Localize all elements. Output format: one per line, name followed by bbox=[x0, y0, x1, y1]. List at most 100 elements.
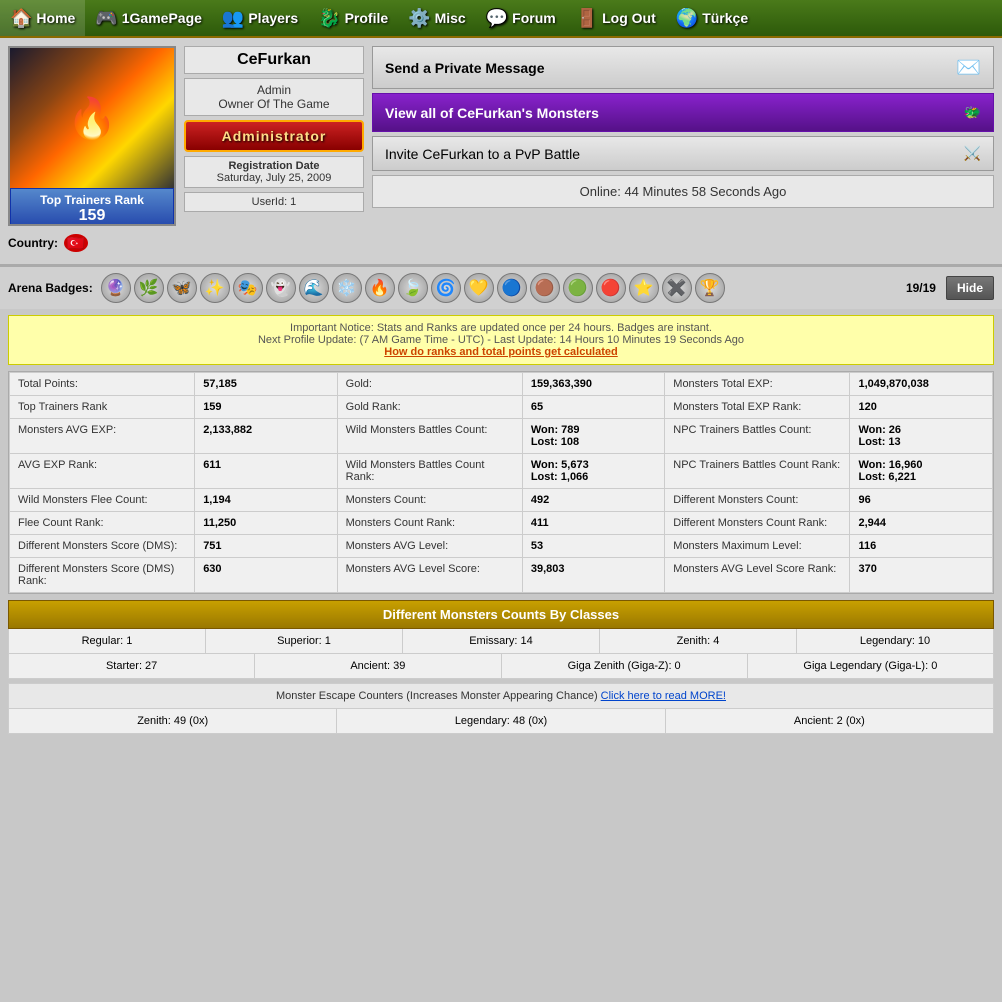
stat-label: AVG EXP Rank: bbox=[10, 454, 195, 489]
stat-label: Wild Monsters Battles Count: bbox=[337, 419, 522, 454]
language-icon: 🌍 bbox=[676, 8, 698, 29]
pvp-button[interactable]: Invite CeFurkan to a PvP Battle ⚔️ bbox=[372, 136, 994, 171]
send-pm-button[interactable]: Send a Private Message ✉️ bbox=[372, 46, 994, 89]
stat-label: Flee Count Rank: bbox=[10, 512, 195, 535]
nav-home[interactable]: 🏠 Home bbox=[0, 0, 85, 36]
arena-badge-16[interactable]: ⭐ bbox=[629, 273, 659, 303]
profile-icon: 🐉 bbox=[318, 8, 340, 29]
home-icon: 🏠 bbox=[10, 8, 32, 29]
arena-badge-6[interactable]: 🌊 bbox=[299, 273, 329, 303]
stat-label: Gold Rank: bbox=[337, 396, 522, 419]
stat-value: 2,133,882 bbox=[195, 419, 337, 454]
stat-value: 39,803 bbox=[522, 558, 664, 593]
arena-badge-2[interactable]: 🦋 bbox=[167, 273, 197, 303]
arena-badge-4[interactable]: 🎭 bbox=[233, 273, 263, 303]
admin-badge: Administrator bbox=[184, 120, 364, 152]
players-icon: 👥 bbox=[222, 8, 244, 29]
arena-label: Arena Badges: bbox=[8, 281, 93, 295]
stat-value: 1,049,870,038 bbox=[850, 373, 993, 396]
escape-cell: Ancient: 2 (0x) bbox=[666, 709, 993, 733]
view-monsters-button[interactable]: View all of CeFurkan's Monsters 🐲 bbox=[372, 93, 994, 132]
arena-badge-10[interactable]: 🌀 bbox=[431, 273, 461, 303]
stat-value: 159,363,390 bbox=[522, 373, 664, 396]
hide-badges-button[interactable]: Hide bbox=[946, 276, 994, 300]
arena-badge-11[interactable]: 💛 bbox=[464, 273, 494, 303]
center-panel: CeFurkan Admin Owner Of The Game Adminis… bbox=[184, 46, 364, 212]
stat-label: Monsters Count Rank: bbox=[337, 512, 522, 535]
arena-badge-14[interactable]: 🟢 bbox=[563, 273, 593, 303]
classes-row-1: Regular: 1Superior: 1Emissary: 14Zenith:… bbox=[8, 629, 994, 654]
escape-row: Zenith: 49 (0x)Legendary: 48 (0x)Ancient… bbox=[8, 709, 994, 734]
arena-badge-18[interactable]: 🏆 bbox=[695, 273, 725, 303]
stat-label: Monsters Total EXP Rank: bbox=[665, 396, 850, 419]
escape-cell: Legendary: 48 (0x) bbox=[337, 709, 665, 733]
stat-label: Top Trainers Rank bbox=[10, 396, 195, 419]
online-status: Online: 44 Minutes 58 Seconds Ago bbox=[372, 175, 994, 208]
logout-icon: 🚪 bbox=[576, 8, 598, 29]
stat-label: NPC Trainers Battles Count Rank: bbox=[665, 454, 850, 489]
role-box: Admin Owner Of The Game bbox=[184, 78, 364, 116]
class-cell: Ancient: 39 bbox=[255, 654, 501, 678]
stat-value: 411 bbox=[522, 512, 664, 535]
rank-calculation-link[interactable]: How do ranks and total points get calcul… bbox=[384, 346, 617, 358]
envelope-icon: ✉️ bbox=[956, 55, 981, 80]
stat-value: 65 bbox=[522, 396, 664, 419]
stat-value: 57,185 bbox=[195, 373, 337, 396]
stats-table: Total Points: 57,185 Gold: 159,363,390 M… bbox=[9, 372, 993, 593]
arena-badge-8[interactable]: 🔥 bbox=[365, 273, 395, 303]
nav-language[interactable]: 🌍 Türkçe bbox=[666, 0, 758, 36]
stat-value: 370 bbox=[850, 558, 993, 593]
registration-date: Registration Date Saturday, July 25, 200… bbox=[184, 156, 364, 188]
stat-value: 159 bbox=[195, 396, 337, 419]
forum-icon: 💬 bbox=[486, 8, 508, 29]
nav-logout[interactable]: 🚪 Log Out bbox=[566, 0, 666, 36]
userid-display: UserId: 1 bbox=[184, 192, 364, 212]
escape-header: Monster Escape Counters (Increases Monst… bbox=[8, 683, 994, 709]
stats-row: Different Monsters Score (DMS) Rank: 630… bbox=[10, 558, 993, 593]
arena-badge-5[interactable]: 👻 bbox=[266, 273, 296, 303]
nav-players[interactable]: 👥 Players bbox=[212, 0, 308, 36]
username-display: CeFurkan bbox=[184, 46, 364, 74]
arena-badge-13[interactable]: 🟤 bbox=[530, 273, 560, 303]
escape-read-more-link[interactable]: Click here to read MORE! bbox=[601, 690, 726, 702]
stat-label: Monsters AVG Level Score Rank: bbox=[665, 558, 850, 593]
rank-badge: Top Trainers Rank 159 bbox=[10, 188, 174, 226]
stat-label: Different Monsters Score (DMS) Rank: bbox=[10, 558, 195, 593]
arena-badge-3[interactable]: ✨ bbox=[200, 273, 230, 303]
stat-value: 96 bbox=[850, 489, 993, 512]
avatar-box: 🔥 Top Trainers Rank 159 bbox=[8, 46, 176, 226]
stats-row: Total Points: 57,185 Gold: 159,363,390 M… bbox=[10, 373, 993, 396]
stat-label: Monsters AVG Level: bbox=[337, 535, 522, 558]
arena-badge-15[interactable]: 🔴 bbox=[596, 273, 626, 303]
nav-gamepage[interactable]: 🎮 1GamePage bbox=[85, 0, 212, 36]
stat-value: 630 bbox=[195, 558, 337, 593]
arena-badge-9[interactable]: 🍃 bbox=[398, 273, 428, 303]
class-cell: Giga Zenith (Giga-Z): 0 bbox=[502, 654, 748, 678]
class-cell: Zenith: 4 bbox=[600, 629, 797, 653]
stats-row: Top Trainers Rank 159 Gold Rank: 65 Mons… bbox=[10, 396, 993, 419]
stat-label: Monsters AVG EXP: bbox=[10, 419, 195, 454]
stats-row: Wild Monsters Flee Count: 1,194 Monsters… bbox=[10, 489, 993, 512]
stat-value: 1,194 bbox=[195, 489, 337, 512]
nav-profile[interactable]: 🐉 Profile bbox=[308, 0, 398, 36]
arena-badge-12[interactable]: 🔵 bbox=[497, 273, 527, 303]
classes-row-2: Starter: 27Ancient: 39Giga Zenith (Giga-… bbox=[8, 654, 994, 679]
stat-label: Total Points: bbox=[10, 373, 195, 396]
arena-badge-1[interactable]: 🌿 bbox=[134, 273, 164, 303]
class-cell: Starter: 27 bbox=[9, 654, 255, 678]
stat-value: 492 bbox=[522, 489, 664, 512]
stat-label: Different Monsters Score (DMS): bbox=[10, 535, 195, 558]
stat-label: Monsters Count: bbox=[337, 489, 522, 512]
badges-container: 🔮🌿🦋✨🎭👻🌊❄️🔥🍃🌀💛🔵🟤🟢🔴⭐✖️🏆 bbox=[101, 273, 725, 303]
stat-value: Won: 5,673 Lost: 1,066 bbox=[522, 454, 664, 489]
stats-row: Monsters AVG EXP: 2,133,882 Wild Monster… bbox=[10, 419, 993, 454]
stat-label: Wild Monsters Flee Count: bbox=[10, 489, 195, 512]
nav-misc[interactable]: ⚙️ Misc bbox=[398, 0, 476, 36]
arena-badge-0[interactable]: 🔮 bbox=[101, 273, 131, 303]
arena-badge-17[interactable]: ✖️ bbox=[662, 273, 692, 303]
nav-forum[interactable]: 💬 Forum bbox=[476, 0, 566, 36]
stat-value: 2,944 bbox=[850, 512, 993, 535]
stat-value: 120 bbox=[850, 396, 993, 419]
arena-badge-7[interactable]: ❄️ bbox=[332, 273, 362, 303]
arena-badges-row: Arena Badges: 🔮🌿🦋✨🎭👻🌊❄️🔥🍃🌀💛🔵🟤🟢🔴⭐✖️🏆 19/1… bbox=[0, 266, 1002, 309]
